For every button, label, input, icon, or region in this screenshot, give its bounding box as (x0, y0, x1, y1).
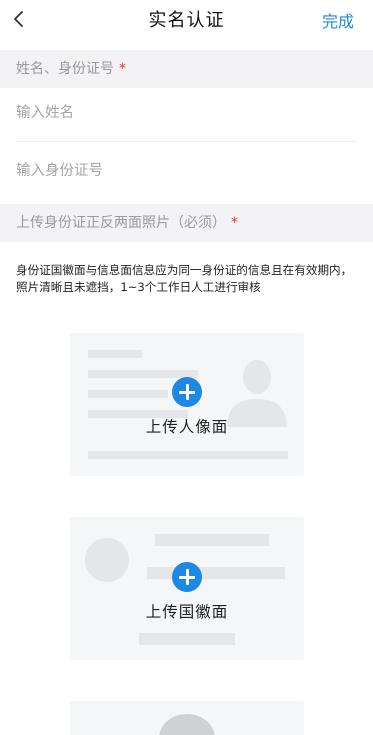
section-header-upload: 上传身份证正反两面照片（必须） * (0, 204, 373, 242)
id-number-input[interactable] (16, 142, 356, 200)
placeholder-line (88, 451, 288, 459)
upload-extra-card[interactable] (70, 701, 304, 735)
upload-portrait-card[interactable]: 上传人像面 (70, 333, 304, 476)
done-button[interactable]: 完成 (322, 8, 354, 32)
id-field-row (0, 142, 373, 200)
upload-notice: 身份证国徽面与信息面信息应为同一身份证的信息且在有效期内，照片清晰且未遮挡，1~… (16, 263, 353, 294)
upload-emblem-card[interactable]: 上传国徽面 (70, 517, 304, 660)
add-icon (172, 377, 202, 407)
emblem-icon (85, 538, 129, 582)
upload-portrait-label: 上传人像面 (145, 418, 229, 436)
placeholder-line (88, 350, 142, 358)
placeholder-line (139, 633, 235, 645)
real-name-auth-page: 实名认证 完成 姓名、身份证号 * 上传身份证正反两面照片（必须） * 身份证国徽面… (0, 0, 373, 735)
required-mark: * (119, 61, 126, 77)
required-mark: * (231, 215, 238, 231)
section-header-identity: 姓名、身份证号 * (0, 50, 373, 88)
portrait-silhouette-icon (159, 714, 215, 735)
placeholder-line (88, 390, 168, 398)
name-input[interactable] (16, 84, 356, 142)
section-title: 姓名、身份证号 (16, 61, 114, 77)
placeholder-line (155, 534, 269, 546)
add-icon (172, 562, 202, 592)
section-title: 上传身份证正反两面照片（必须） (16, 215, 226, 231)
upload-emblem-label: 上传国徽面 (145, 603, 229, 621)
page-title: 实名认证 (148, 10, 225, 31)
placeholder-line (147, 567, 285, 579)
nav-header: 实名认证 完成 (0, 0, 373, 40)
name-field-row (0, 84, 373, 142)
